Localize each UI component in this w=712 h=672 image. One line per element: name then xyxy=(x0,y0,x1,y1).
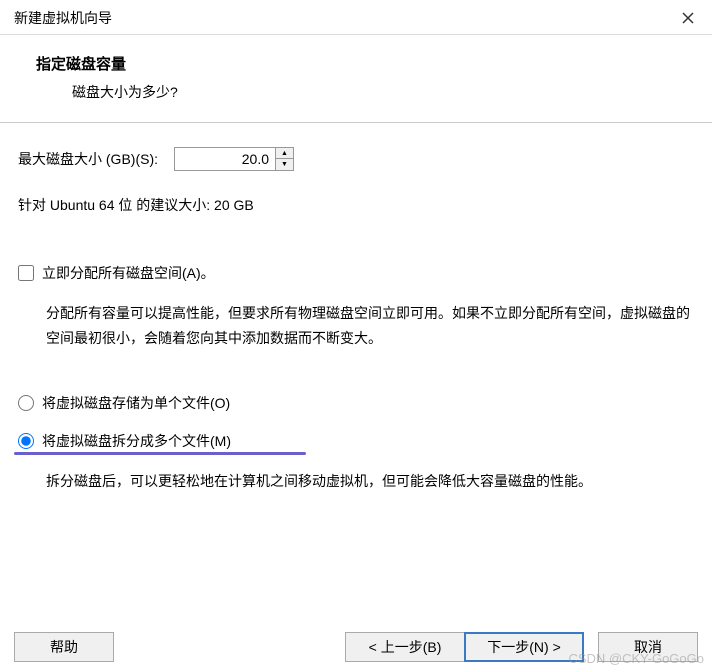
disk-size-row: 最大磁盘大小 (GB)(S): ▲ ▼ xyxy=(18,147,694,171)
disk-size-spinner[interactable]: ▲ ▼ xyxy=(174,147,294,171)
spinner-down-icon[interactable]: ▼ xyxy=(276,159,293,170)
allocate-now-description: 分配所有容量可以提高性能，但要求所有物理磁盘空间立即可用。如果不立即分配所有空间… xyxy=(46,301,694,351)
page-subtitle: 磁盘大小为多少? xyxy=(72,82,698,102)
content-area: 最大磁盘大小 (GB)(S): ▲ ▼ 针对 Ubuntu 64 位 的建议大小… xyxy=(0,123,712,495)
next-button[interactable]: 下一步(N) > xyxy=(464,632,584,662)
allocate-now-label: 立即分配所有磁盘空间(A)。 xyxy=(42,263,215,283)
page-title: 指定磁盘容量 xyxy=(36,53,698,74)
allocate-now-checkbox-row[interactable]: 立即分配所有磁盘空间(A)。 xyxy=(18,263,694,283)
recommended-size-text: 针对 Ubuntu 64 位 的建议大小: 20 GB xyxy=(18,195,694,215)
cancel-button[interactable]: 取消 xyxy=(598,632,698,662)
allocate-now-checkbox[interactable] xyxy=(18,265,34,281)
multiple-files-radio-row[interactable]: 将虚拟磁盘拆分成多个文件(M) xyxy=(18,431,694,451)
titlebar: 新建虚拟机向导 xyxy=(0,0,712,35)
single-file-radio[interactable] xyxy=(18,395,34,411)
multiple-files-radio[interactable] xyxy=(18,433,34,449)
single-file-label: 将虚拟磁盘存储为单个文件(O) xyxy=(42,393,230,413)
spinner-up-icon[interactable]: ▲ xyxy=(276,148,293,159)
wizard-header: 指定磁盘容量 磁盘大小为多少? xyxy=(0,35,712,123)
disk-size-input[interactable] xyxy=(175,148,275,170)
button-bar: 帮助 < 上一步(B) 下一步(N) > 取消 xyxy=(0,632,712,662)
single-file-radio-row[interactable]: 将虚拟磁盘存储为单个文件(O) xyxy=(18,393,694,413)
help-button[interactable]: 帮助 xyxy=(14,632,114,662)
multiple-files-description: 拆分磁盘后，可以更轻松地在计算机之间移动虚拟机，但可能会降低大容量磁盘的性能。 xyxy=(46,469,694,494)
highlight-underline xyxy=(14,452,306,455)
disk-size-label: 最大磁盘大小 (GB)(S): xyxy=(18,149,158,169)
multiple-files-label: 将虚拟磁盘拆分成多个文件(M) xyxy=(42,431,231,451)
window-title: 新建虚拟机向导 xyxy=(14,8,112,28)
close-icon[interactable] xyxy=(678,8,698,28)
back-button[interactable]: < 上一步(B) xyxy=(345,632,465,662)
